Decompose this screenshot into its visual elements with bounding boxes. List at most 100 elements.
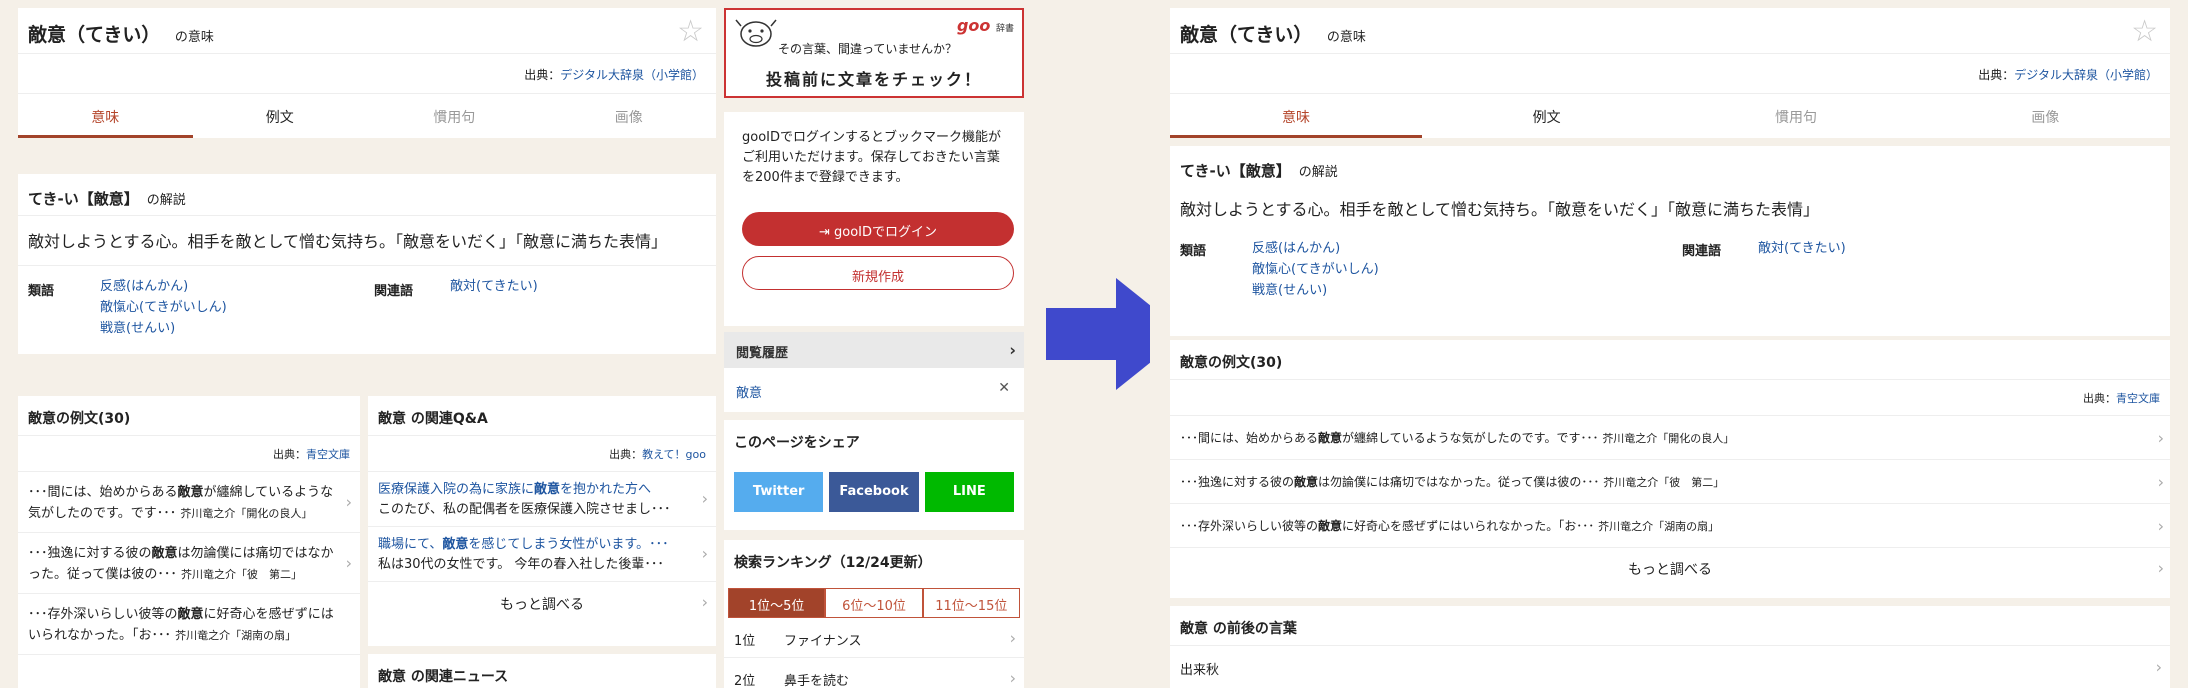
history-item[interactable]: 敵意 ✕	[724, 368, 1024, 412]
example-text: に好奇心を感ぜずにはいられなかった。「お･･･	[1342, 519, 1595, 533]
source-link[interactable]: 教えて！goo	[642, 448, 706, 461]
source-link[interactable]: 青空文庫	[2116, 392, 2160, 405]
history-heading[interactable]: 閲覧履歴 ›	[724, 332, 1024, 368]
qa-source: 出典：教えて！goo	[368, 436, 716, 472]
close-icon[interactable]: ✕	[998, 380, 1010, 396]
history-item-link[interactable]: 敵意	[736, 386, 762, 401]
login-icon: ⇥	[818, 225, 834, 240]
source-link[interactable]: デジタル大辞泉（小学館）	[2014, 68, 2158, 82]
example-item[interactable]: ･･･独逸に対する彼の敵意は勿論僕には痛切ではなかった。従って僕は彼の･･･ 芥…	[18, 533, 360, 594]
ranking-row[interactable]: 1位 ファイナンス ›	[724, 618, 1024, 658]
tab-images[interactable]: 画像	[542, 94, 717, 138]
share-card: このページをシェア Twitter Facebook LINE	[724, 420, 1024, 530]
ranking-card: 検索ランキング（12/24更新） 1位〜5位 6位〜10位 11位〜15位 1位…	[724, 540, 1024, 688]
related-link[interactable]: 敵対(てきたい)	[450, 279, 538, 294]
explanation-card: てき-い【敵意】 の解説 敵対しようとする心。相手を敵として憎む気持ち。「敵意をい…	[1170, 146, 2170, 336]
chevron-right-icon: ›	[2157, 428, 2164, 447]
line-share-button[interactable]: LINE	[924, 472, 1014, 512]
register-button[interactable]: 新規作成	[742, 256, 1014, 290]
more-label: もっと調べる	[1628, 562, 1712, 578]
word-title-card: 敵意（てきい） の意味 ☆ 出典：デジタル大辞泉（小学館） 意味 例文 慣用句 …	[18, 8, 716, 138]
synonyms-label: 類語	[1180, 244, 1207, 259]
synonym-link[interactable]: 敵愾心(てきがいしん)	[1252, 262, 1379, 277]
qa-title-text: を感じてしまう女性がいます。･･･	[468, 537, 669, 552]
login-card: gooIDでログインするとブックマーク機能がご利用いただけます。保存しておきたい…	[724, 112, 1024, 326]
bookmark-star-icon[interactable]: ☆	[2131, 14, 2158, 49]
bookmark-star-icon[interactable]: ☆	[677, 14, 704, 49]
neighbor-word-item[interactable]: 出来秋 ›	[1170, 646, 2170, 688]
synonym-link[interactable]: 反感(はんかん)	[100, 279, 188, 294]
after-screenshot: 敵意（てきい） の意味 ☆ 出典：デジタル大辞泉（小学館） 意味 例文 慣用句 …	[1150, 0, 2188, 688]
ranking-row[interactable]: 2位 鼻手を読む ›	[724, 658, 1024, 688]
ranking-tab-11-15[interactable]: 11位〜15位	[922, 588, 1020, 618]
tab-idioms[interactable]: 慣用句	[367, 94, 542, 138]
proofread-ad-banner[interactable]: goo 辞書 その言葉、間違っていませんか？ 投稿前に文章をチェック！	[724, 8, 1024, 98]
example-keyword: 敵意	[177, 485, 204, 500]
qa-more-link[interactable]: もっと調べる ›	[368, 582, 716, 622]
chevron-right-icon: ›	[2155, 657, 2162, 677]
qa-item[interactable]: 医療保護入院の為に家族に敵意を抱かれた方へ このたび、私の配偶者を医療保護入院さ…	[368, 472, 716, 527]
qa-card: 敵意 の関連Q&A 出典：教えて！goo 医療保護入院の為に家族に敵意を抱かれた…	[368, 396, 716, 646]
title-suffix: の意味	[1326, 30, 1366, 45]
source-label: 出典：	[1978, 68, 2015, 82]
tab-meaning[interactable]: 意味	[1170, 94, 1422, 138]
related-list: 敵対(てきたい)	[1758, 238, 1846, 259]
title-suffix: の意味	[174, 30, 214, 45]
tab-meaning[interactable]: 意味	[18, 94, 193, 138]
synonym-link[interactable]: 戦意(せんい)	[1252, 283, 1327, 298]
chevron-right-icon: ›	[701, 489, 708, 508]
ranking-tab-6-10[interactable]: 6位〜10位	[825, 588, 923, 618]
ranking-tab-1-5[interactable]: 1位〜5位	[728, 588, 826, 618]
source-row: 出典：デジタル大辞泉（小学館）	[1170, 54, 2170, 94]
share-heading: このページをシェア	[734, 435, 860, 451]
tab-images[interactable]: 画像	[1921, 94, 2170, 138]
facebook-share-button[interactable]: Facebook	[829, 472, 919, 512]
explanation-heading-suffix: の解説	[146, 193, 186, 208]
examples-more-link[interactable]: もっと調べる ›	[1170, 548, 2170, 588]
synonyms-list: 反感(はんかん) 敵愾心(てきがいしん) 戦意(せんい)	[100, 276, 227, 339]
source-link[interactable]: デジタル大辞泉（小学館）	[560, 68, 704, 82]
synonym-link[interactable]: 敵愾心(てきがいしん)	[100, 300, 227, 315]
tab-examples[interactable]: 例文	[1422, 94, 1671, 138]
example-item[interactable]: ･･･存外深いらしい彼等の敵意に好奇心を感ぜずにはいられなかった。「お･･･ 芥…	[18, 594, 360, 655]
qa-heading: 敵意 の関連Q&A	[368, 396, 716, 436]
example-text: は勿論僕には痛切ではなかった。従って僕は彼の･･･	[1318, 475, 1600, 489]
chevron-right-icon: ›	[2157, 472, 2164, 491]
definition-text: 敵対しようとする心。相手を敵として憎む気持ち。「敵意をいだく」「敵意に満ちた表情…	[18, 216, 716, 266]
chevron-right-icon: ›	[1009, 668, 1016, 687]
example-keyword: 敵意	[1318, 519, 1343, 533]
rank-number: 2位	[734, 674, 756, 688]
synonym-link[interactable]: 戦意(せんい)	[100, 321, 175, 336]
examples-source: 出典：青空文庫	[1170, 380, 2170, 416]
source-label: 出典：	[2083, 392, 2116, 405]
example-item[interactable]: ･･･独逸に対する彼の敵意は勿論僕には痛切ではなかった。従って僕は彼の･･･ 芥…	[1170, 460, 2170, 504]
related-label: 関連語	[1682, 244, 1722, 259]
ad-line2: 投稿前に文章をチェック！	[765, 70, 982, 89]
chevron-right-icon: ›	[701, 592, 708, 612]
cow-mascot-icon	[735, 19, 777, 47]
source-link[interactable]: 青空文庫	[306, 448, 350, 461]
examples-card: 敵意の例文(30) 出典：青空文庫 ･･･間には、始めからある敵意が纏綿している…	[18, 396, 360, 688]
example-item[interactable]: ･･･間には、始めからある敵意が纏綿しているような気がしたのです。です･･･ 芥…	[1170, 416, 2170, 460]
examples-source: 出典：青空文庫	[18, 436, 360, 472]
title-row: 敵意（てきい） の意味 ☆	[1170, 8, 2170, 54]
tab-bar: 意味 例文 慣用句 画像	[18, 94, 716, 138]
news-heading: 敵意 の関連ニュース	[378, 669, 509, 685]
page-title: 敵意（てきい）	[1180, 24, 1313, 46]
twitter-share-button[interactable]: Twitter	[734, 472, 824, 512]
synonym-link[interactable]: 反感(はんかん)	[1252, 241, 1340, 256]
news-card: 敵意 の関連ニュース	[368, 654, 716, 688]
tab-idioms[interactable]: 慣用句	[1671, 94, 1920, 138]
example-item[interactable]: ･･･間には、始めからある敵意が纏綿しているような気がしたのです。です･･･ 芥…	[18, 472, 360, 533]
ad-line1: その言葉、間違っていませんか？	[778, 42, 958, 56]
examples-heading: 敵意の例文(30)	[1170, 340, 2170, 380]
example-author: 芥川竜之介「湖南の扇」	[175, 629, 297, 642]
example-item[interactable]: ･･･存外深いらしい彼等の敵意に好奇心を感ぜずにはいられなかった。「お･･･ 芥…	[1170, 504, 2170, 548]
related-link[interactable]: 敵対(てきたい)	[1758, 241, 1846, 256]
example-keyword: 敵意	[177, 607, 204, 622]
qa-title-text: 医療保護入院の為に家族に	[378, 482, 535, 497]
qa-item[interactable]: 職場にて、敵意を感じてしまう女性がいます。･･･ 私は30代の女性です。 今年の…	[368, 527, 716, 582]
chevron-right-icon: ›	[1009, 340, 1016, 360]
gooid-login-button[interactable]: ⇥ gooIDでログイン	[742, 212, 1014, 246]
tab-examples[interactable]: 例文	[193, 94, 368, 138]
